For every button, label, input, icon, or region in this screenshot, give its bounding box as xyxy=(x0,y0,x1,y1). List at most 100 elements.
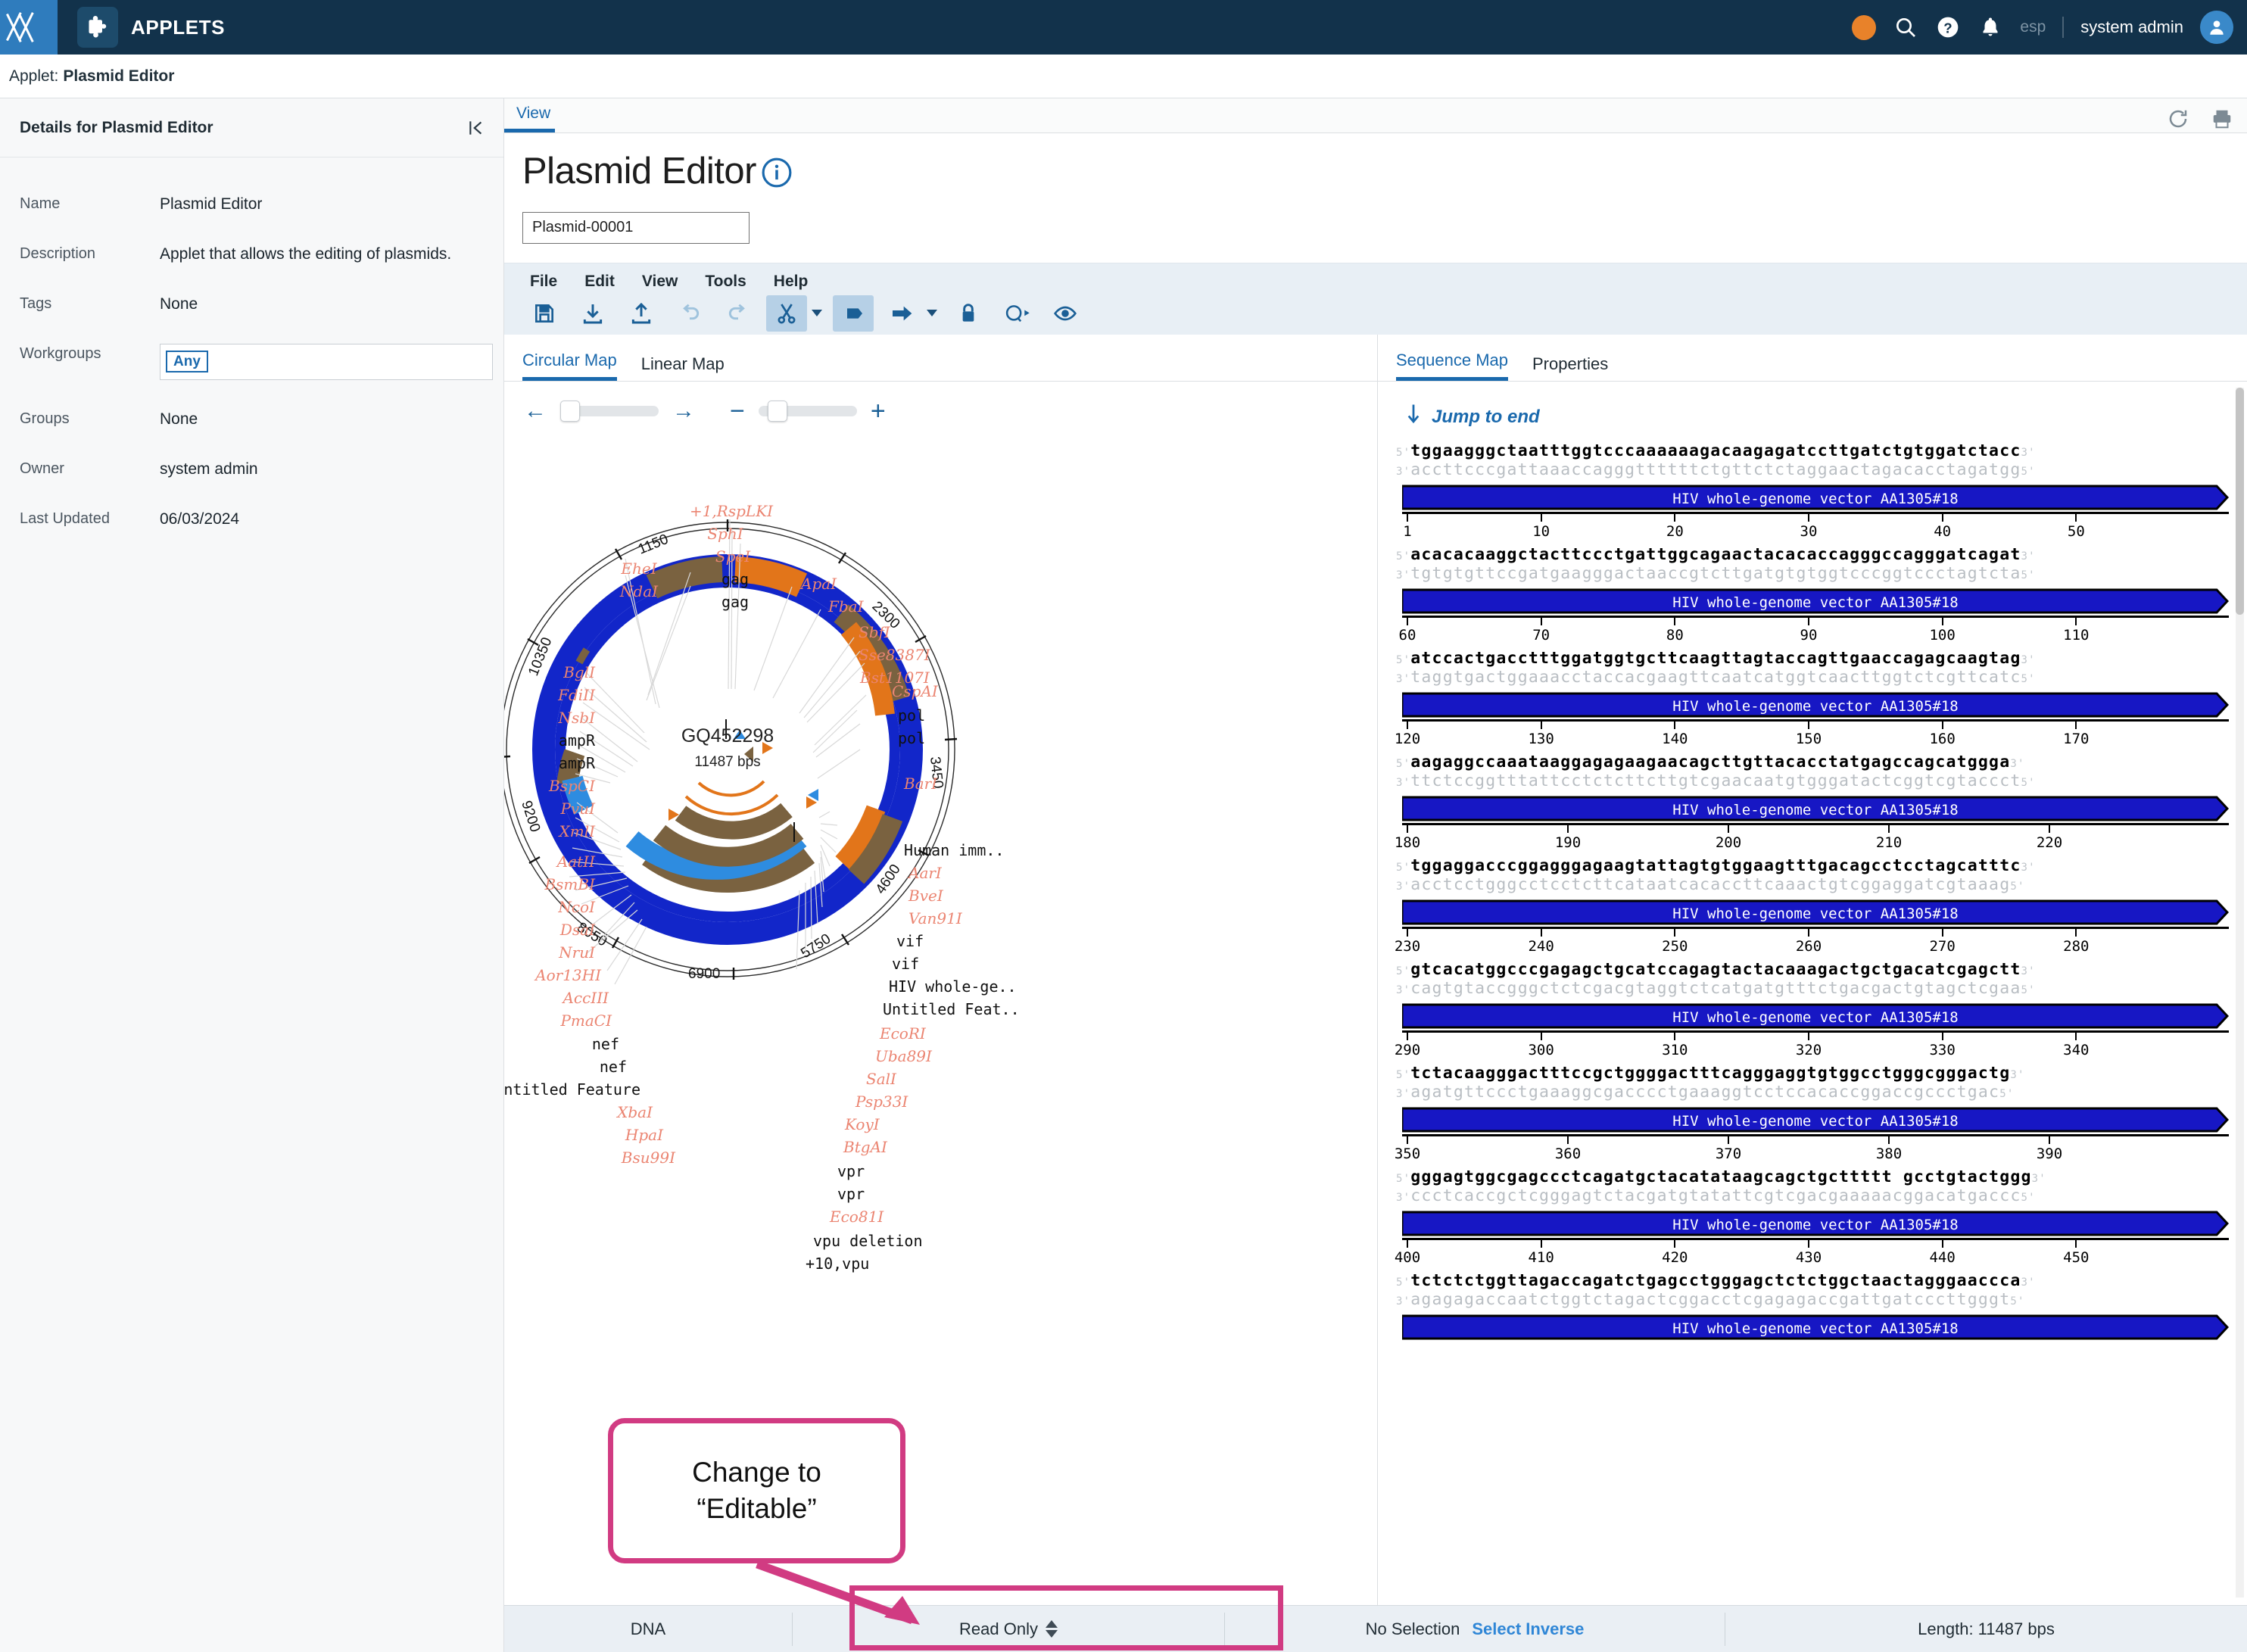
zoom-in-icon[interactable]: + xyxy=(871,398,886,424)
strand-bases[interactable]: agatgttccctgaaaggcgacccctgaaaggtcctccaca… xyxy=(1410,1083,1999,1102)
help-circle-icon[interactable]: ? xyxy=(1935,14,1961,40)
tab-view[interactable]: View xyxy=(504,104,556,133)
strand-bases[interactable]: aagaggccaaataaggagagaagaacagcttgttacacct… xyxy=(1410,753,2010,771)
strand-bases[interactable]: taggtgactggaaacctaccacgaagttcaatcatggtca… xyxy=(1410,668,2021,687)
feature-annotation-bar[interactable]: HIV whole-genome vector AA1305#18 xyxy=(1401,899,2230,925)
sequence-bottom-strand[interactable]: 3' tgtgtgttccgatgaagggactaaccgtcttgatgtgt… xyxy=(1396,564,2247,583)
strand-bases[interactable]: acctcctgggcctcctcttcataatcacaccttcaaactg… xyxy=(1410,875,2010,894)
sequence-row[interactable]: 5' tggaggacccggagggagaagtattagtgtggaagttt… xyxy=(1378,856,2247,960)
feature-annotation-bar[interactable]: HIV whole-genome vector AA1305#18 xyxy=(1401,1211,2230,1236)
strand-bases[interactable]: ttctccggtttattcctctcttcttgtcgaacaatgtggg… xyxy=(1410,771,2021,790)
tab-circular-map[interactable]: Circular Map xyxy=(522,351,617,382)
strand-bases[interactable]: tggaggacccggagggagaagtattagtgtggaagtttga… xyxy=(1410,856,2021,875)
strand-bases[interactable]: ccctcaccgctcgggagtctacgatgtatattcgtcgacg… xyxy=(1410,1186,2021,1205)
feature-annotation-bar[interactable]: HIV whole-genome vector AA1305#18 xyxy=(1401,796,2230,821)
strand-bases[interactable]: atccactgacctttggatggtgcttcaagttagtaccagt… xyxy=(1410,649,2021,668)
sequence-row[interactable]: 5' aagaggccaaataaggagagaagaacagcttgttacac… xyxy=(1378,753,2247,856)
sequence-row[interactable]: 5' tctctctggttagaccagatctgagcctgggagctctc… xyxy=(1378,1271,2247,1349)
chevron-down-icon[interactable] xyxy=(927,310,937,317)
jump-to-end-link[interactable]: Jump to end xyxy=(1378,382,2247,441)
lock-icon[interactable] xyxy=(948,295,989,332)
sequence-row[interactable]: 5' acacacaaggctacttccctgattggcagaactacaca… xyxy=(1378,545,2247,649)
sequence-row[interactable]: 5' atccactgacctttggatggtgcttcaagttagtacca… xyxy=(1378,649,2247,753)
feature-annotation-bar[interactable]: HIV whole-genome vector AA1305#18 xyxy=(1401,485,2230,510)
sequence-top-strand[interactable]: 5' gggagtggcgagccctcagatgctacatataagcagct… xyxy=(1396,1167,2247,1186)
circular-plasmid-map[interactable]: .enz { font-family:"DejaVu Serif", serif… xyxy=(504,424,1377,1605)
plasmid-name-input[interactable] xyxy=(522,212,750,244)
user-avatar-icon[interactable] xyxy=(2200,11,2233,44)
feature-annotation-bar[interactable]: HIV whole-genome vector AA1305#18 xyxy=(1401,1003,2230,1029)
menu-help[interactable]: Help xyxy=(774,273,809,291)
sequence-bottom-strand[interactable]: 3' accttcccgattaaaccagggttttttctgttctctag… xyxy=(1396,460,2247,479)
feature-icon[interactable] xyxy=(833,295,874,332)
chevron-down-icon[interactable] xyxy=(812,310,822,317)
redo-icon[interactable] xyxy=(718,295,759,332)
cut-icon[interactable] xyxy=(766,295,807,332)
sequence-bottom-strand[interactable]: 3' taggtgactggaaacctaccacgaagttcaatcatggt… xyxy=(1396,668,2247,687)
sequence-row[interactable]: 5' tggaagggctaatttggtcccaaaaaagacaagagatc… xyxy=(1378,441,2247,545)
upload-icon[interactable] xyxy=(621,295,662,332)
menu-file[interactable]: File xyxy=(530,273,557,291)
feature-annotation-bar[interactable]: HIV whole-genome vector AA1305#18 xyxy=(1401,1107,2230,1133)
sequence-top-strand[interactable]: 5' gtcacatggcccgagagctgcatccagagtactacaaa… xyxy=(1396,960,2247,979)
strand-bases[interactable]: tctacaagggactttccgctggggactttcagggaggtgt… xyxy=(1410,1064,2010,1083)
sequence-top-strand[interactable]: 5' tctctctggttagaccagatctgagcctgggagctctc… xyxy=(1396,1271,2247,1290)
strand-bases[interactable]: acacacaaggctacttccctgattggcagaactacacacc… xyxy=(1410,545,2021,564)
back-button[interactable] xyxy=(0,0,58,55)
download-icon[interactable] xyxy=(572,295,613,332)
sort-updown-icon[interactable] xyxy=(1045,1620,1058,1638)
menu-tools[interactable]: Tools xyxy=(705,273,746,291)
strand-bases[interactable]: accttcccgattaaaccagggttttttctgttctctagga… xyxy=(1410,460,2021,479)
arrow-left-icon[interactable]: ← xyxy=(524,400,547,422)
slider-thumb[interactable] xyxy=(560,401,580,422)
strand-bases[interactable]: tctctctggttagaccagatctgagcctgggagctctctg… xyxy=(1410,1271,2021,1290)
sequence-top-strand[interactable]: 5' tggaagggctaatttggtcccaaaaaagacaagagatc… xyxy=(1396,441,2247,460)
refresh-icon[interactable] xyxy=(2167,108,2189,134)
undo-icon[interactable] xyxy=(669,295,710,332)
arrow-right-icon[interactable]: → xyxy=(672,400,695,422)
feature-annotation-bar[interactable]: HIV whole-genome vector AA1305#18 xyxy=(1401,692,2230,718)
status-dot-icon[interactable] xyxy=(1852,14,1877,40)
strand-bases[interactable]: gtcacatggcccgagagctgcatccagagtactacaaaga… xyxy=(1410,960,2021,979)
select-inverse-link[interactable]: Select Inverse xyxy=(1472,1619,1584,1639)
sequence-bottom-strand[interactable]: 3' agagagaccaatctggtctagactcggacctcgagaga… xyxy=(1396,1290,2247,1309)
visibility-icon[interactable] xyxy=(1045,295,1086,332)
sequence-bottom-strand[interactable]: 3' ttctccggtttattcctctcttcttgtcgaacaatgtg… xyxy=(1396,771,2247,790)
tab-sequence-map[interactable]: Sequence Map xyxy=(1396,351,1508,382)
locale-label[interactable]: esp xyxy=(2020,18,2046,36)
sequence-scrollbar-thumb[interactable] xyxy=(2236,388,2244,616)
sequence-top-strand[interactable]: 5' tggaggacccggagggagaagtattagtgtggaagttt… xyxy=(1396,856,2247,875)
tab-linear-map[interactable]: Linear Map xyxy=(641,354,725,381)
sequence-top-strand[interactable]: 5' atccactgacctttggatggtgcttcaagttagtacca… xyxy=(1396,649,2247,668)
save-icon[interactable] xyxy=(524,295,565,332)
print-icon[interactable] xyxy=(2211,108,2233,134)
sequence-top-strand[interactable]: 5' aagaggccaaataaggagagaagaacagcttgttacac… xyxy=(1396,753,2247,771)
strand-bases[interactable]: gggagtggcgagccctcagatgctacatataagcagctgc… xyxy=(1410,1167,2031,1186)
workgroups-field[interactable]: Any xyxy=(160,343,493,380)
find-icon[interactable] xyxy=(996,295,1037,332)
sequence-bottom-strand[interactable]: 3' agatgttccctgaaaggcgacccctgaaaggtcctcca… xyxy=(1396,1083,2247,1102)
sequence-bottom-strand[interactable]: 3' cagtgtaccgggctctcgacgtaggtctcatgatgttt… xyxy=(1396,979,2247,998)
info-circle-icon[interactable] xyxy=(761,157,793,192)
sequence-row[interactable]: 5' gtcacatggcccgagagctgcatccagagtactacaaa… xyxy=(1378,960,2247,1064)
strand-bases[interactable]: cagtgtaccgggctctcgacgtaggtctcatgatgtttct… xyxy=(1410,979,2021,998)
slider-thumb[interactable] xyxy=(767,401,787,422)
search-icon[interactable] xyxy=(1893,14,1918,40)
sequence-top-strand[interactable]: 5' acacacaaggctacttccctgattggcagaactacaca… xyxy=(1396,545,2247,564)
collapse-panel-icon[interactable] xyxy=(467,118,487,138)
zoom-out-icon[interactable]: − xyxy=(730,398,745,424)
sequence-bottom-strand[interactable]: 3' acctcctgggcctcctcttcataatcacaccttcaaac… xyxy=(1396,875,2247,894)
sequence-viewer[interactable]: Jump to end 5' tggaagggctaatttggtcccaaaaa… xyxy=(1378,382,2247,1606)
sequence-row[interactable]: 5' tctacaagggactttccgctggggactttcagggaggt… xyxy=(1378,1064,2247,1167)
rotation-slider[interactable] xyxy=(560,401,659,422)
feature-annotation-bar[interactable]: HIV whole-genome vector AA1305#18 xyxy=(1401,588,2230,614)
menu-edit[interactable]: Edit xyxy=(584,273,615,291)
workgroup-chip[interactable]: Any xyxy=(166,351,208,373)
sequence-top-strand[interactable]: 5' tctacaagggactttccgctggggactttcagggaggt… xyxy=(1396,1064,2247,1083)
zoom-slider[interactable] xyxy=(758,401,857,422)
sequence-bottom-strand[interactable]: 3' ccctcaccgctcgggagtctacgatgtatattcgtcga… xyxy=(1396,1186,2247,1205)
strand-bases[interactable]: agagagaccaatctggtctagactcggacctcgagagacc… xyxy=(1410,1290,2010,1309)
tab-properties[interactable]: Properties xyxy=(1532,354,1608,381)
edit-mode-selector[interactable]: Read Only xyxy=(793,1606,1224,1652)
sequence-row[interactable]: 5' gggagtggcgagccctcagatgctacatataagcagct… xyxy=(1378,1167,2247,1271)
